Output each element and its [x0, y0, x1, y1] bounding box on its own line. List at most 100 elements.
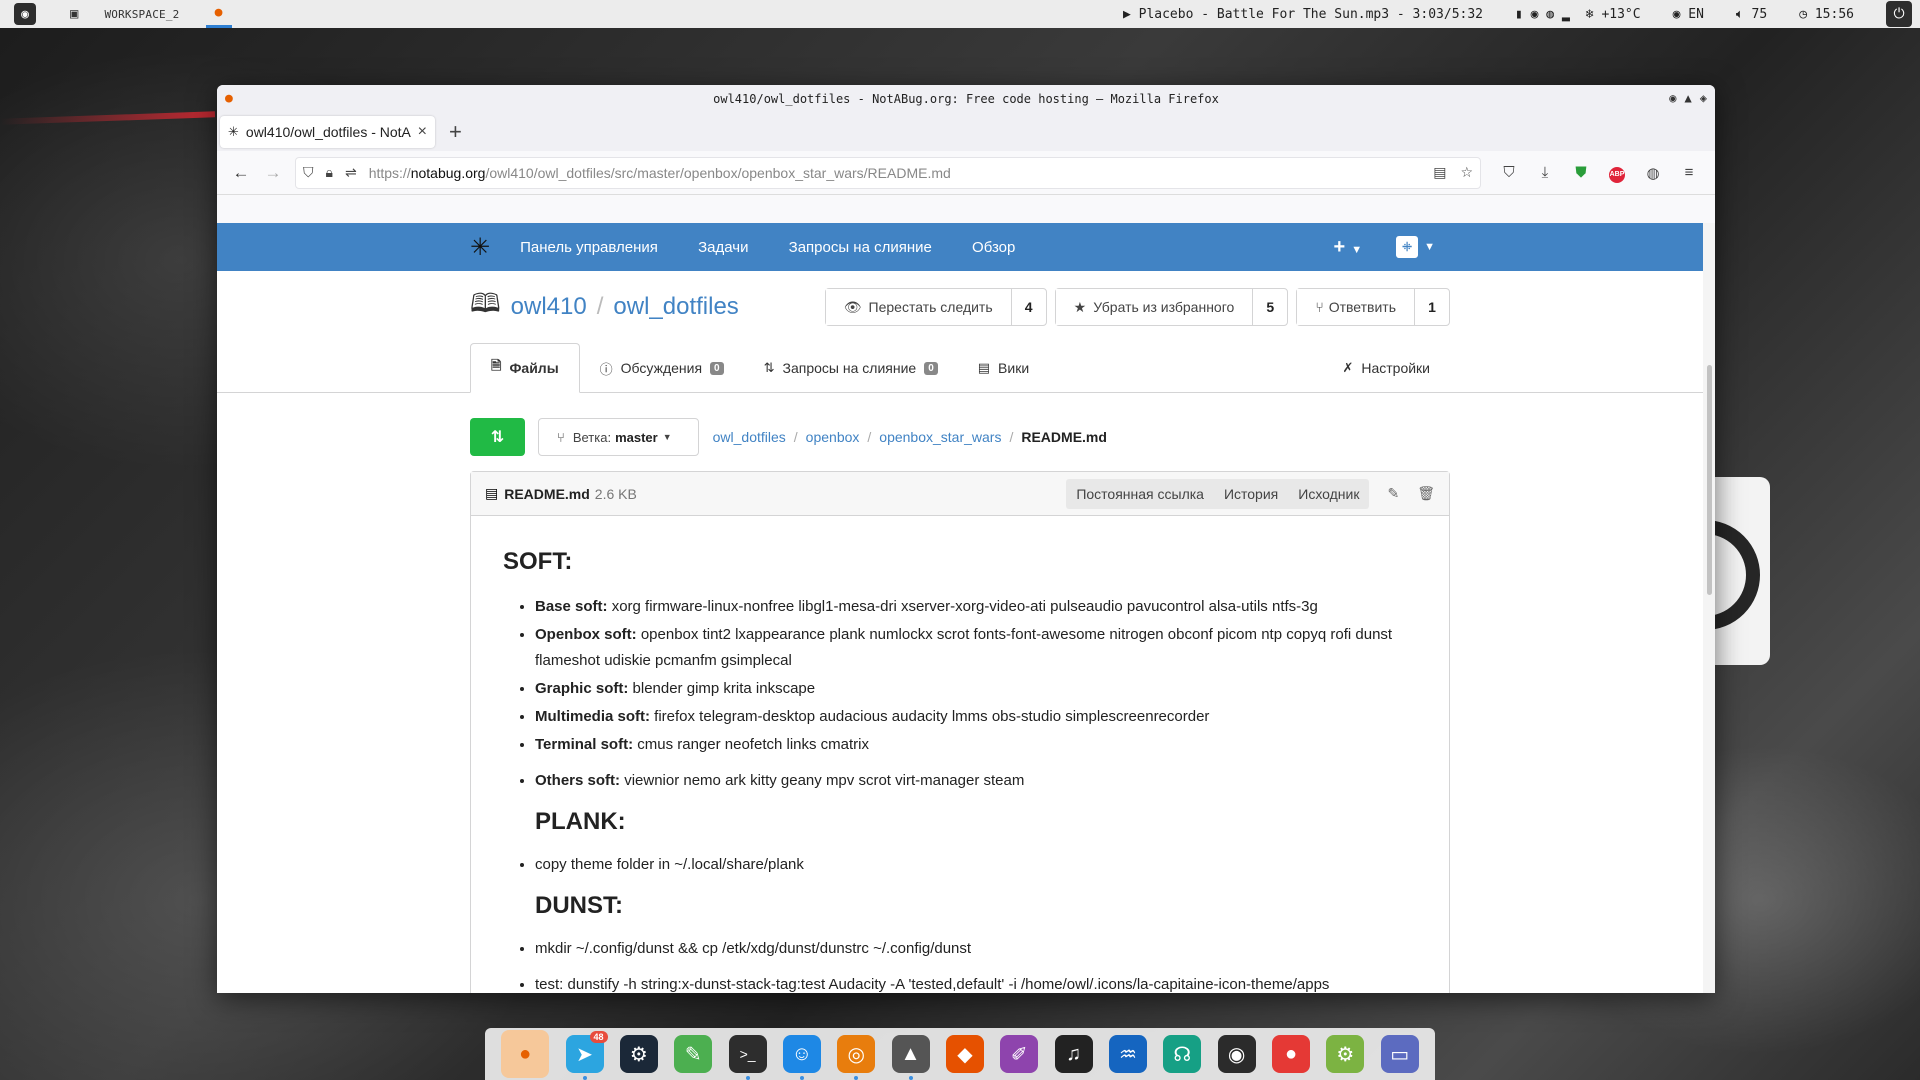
adblock-icon[interactable]: ABP	[1599, 163, 1635, 183]
list-item-label: Base soft:	[535, 598, 608, 615]
unstar-button-group: ★ Убрать из избранного 5	[1054, 288, 1289, 326]
back-icon[interactable]: ←	[225, 157, 257, 189]
trash-icon[interactable]: 🗑︎	[1417, 485, 1435, 502]
tracking-shield-icon[interactable]: ⛉	[303, 164, 314, 181]
history-button[interactable]: История	[1214, 479, 1288, 509]
dock-file-manager[interactable]: ☺	[782, 1035, 821, 1080]
globe-icon[interactable]: ◍	[1635, 164, 1671, 182]
tab-close-icon[interactable]: ×	[418, 123, 427, 141]
music-note-icon: ♫	[1066, 1042, 1082, 1065]
nav-dashboard[interactable]: Панель управления	[520, 239, 658, 256]
hamburger-menu-icon[interactable]: ≡	[1671, 164, 1707, 181]
bookmark-star-icon[interactable]: ☆	[1460, 164, 1473, 181]
running-indicator	[582, 1076, 587, 1080]
menu-launcher-icon[interactable]: ◉	[14, 3, 36, 25]
chevron-down-icon: ▼	[1351, 243, 1363, 256]
tab-wiki-label: Вики	[998, 360, 1030, 376]
repo-owner-link[interactable]: owl410	[511, 293, 587, 320]
browser-tab[interactable]: ✳ owl410/owl_dotfiles - NotA ×	[220, 116, 435, 148]
watchers-count[interactable]: 4	[1012, 289, 1046, 325]
url-prefix: https://	[368, 164, 411, 181]
tab-pulls[interactable]: ⇅ Запросы на слияние 0	[744, 343, 958, 393]
url-bar[interactable]: ⛉ 🔒︎ ⇌ https://notabug.org/owl410/owl_do…	[295, 156, 1481, 189]
reader-view-icon[interactable]: ▤	[1433, 164, 1446, 181]
pocket-icon[interactable]: ⛉	[1491, 164, 1527, 181]
inkscape-icon: ▲	[900, 1042, 921, 1065]
steam-icon: ⚙	[629, 1043, 648, 1066]
dock-inkscape[interactable]: ▲	[891, 1035, 930, 1080]
nav-issues[interactable]: Задачи	[698, 239, 748, 256]
raw-button[interactable]: Исходник	[1288, 479, 1369, 509]
maximize-icon[interactable]: ▲	[1685, 91, 1692, 105]
dock-audacity[interactable]: ♒	[1108, 1035, 1147, 1073]
branch-dropdown[interactable]: ⑂ Ветка: master ▼	[538, 418, 699, 456]
tab-settings[interactable]: ✗ Настройки	[1322, 343, 1450, 393]
branch-icon: ⑂	[557, 429, 565, 445]
dock-record[interactable]: ●	[1271, 1035, 1310, 1073]
create-new-button[interactable]: + ▼	[1334, 236, 1363, 259]
clock-status[interactable]: ◷ 15:56	[1799, 7, 1870, 22]
dock-steam[interactable]: ⚙	[619, 1035, 658, 1073]
permalink-button[interactable]: Постоянная ссылка	[1066, 479, 1214, 509]
dock-settings[interactable]: ⚙	[1326, 1035, 1365, 1073]
tab-wiki[interactable]: ▤ Вики	[958, 343, 1049, 393]
dock-headphones[interactable]: ☊	[1163, 1035, 1202, 1073]
ublock-icon[interactable]: ⛊	[1563, 164, 1599, 181]
url-text[interactable]: https://notabug.org/owl410/owl_dotfiles/…	[369, 165, 1434, 181]
volume-status[interactable]: 🔈︎ 75	[1736, 7, 1783, 22]
unwatch-button[interactable]: 👁︎ Перестать следить	[825, 289, 1012, 325]
breadcrumb-separator: /	[867, 429, 872, 445]
list-item-text: xorg firmware-linux-nonfree libgl1-mesa-…	[611, 598, 1318, 615]
repo-name-link[interactable]: owl_dotfiles	[613, 293, 738, 320]
nav-pulls[interactable]: Запросы на слияние	[789, 239, 932, 256]
file-bar: ⇅ ⑂ Ветка: master ▼ owl_dotfiles / openbo…	[470, 418, 1450, 456]
site-header: ✳ Панель управления Задачи Запросы на сл…	[217, 223, 1703, 271]
close-icon[interactable]: ◈	[1700, 91, 1707, 105]
dock-gimp[interactable]: ◆	[945, 1035, 984, 1073]
tab-files[interactable]: 🗎︎ Файлы	[470, 343, 580, 393]
dock-telegram[interactable]: ➤ 48	[565, 1031, 608, 1080]
permissions-icon[interactable]: ⇌	[345, 164, 357, 181]
user-menu[interactable]: ꔰ ▼	[1396, 236, 1435, 258]
dock-firefox[interactable]: ●	[501, 1030, 550, 1078]
tray-icons[interactable]: ▮ ◉ ◍ ▂	[1515, 7, 1570, 22]
lock-icon[interactable]: 🔒︎	[326, 164, 333, 181]
language-status[interactable]: ◉ EN	[1673, 7, 1720, 22]
power-icon[interactable]: ⏻	[1886, 1, 1912, 27]
unstar-button[interactable]: ★ Убрать из избранного	[1055, 289, 1254, 325]
stars-count[interactable]: 5	[1253, 289, 1287, 325]
minimize-icon[interactable]: ◉	[1669, 91, 1676, 105]
workspace-label[interactable]: WORKSPACE_2	[104, 8, 179, 21]
tools-icon: ✗	[1342, 360, 1354, 375]
dock-virt-manager[interactable]: ▭	[1380, 1035, 1419, 1073]
edit-pencil-icon[interactable]: ✎	[1387, 485, 1399, 502]
volume-value: 75	[1751, 6, 1768, 22]
dock-geany[interactable]: ✎	[674, 1035, 713, 1073]
window-titlebar[interactable]: ● owl410/owl_dotfiles - NotABug.org: Fre…	[217, 85, 1715, 113]
dock-terminal[interactable]: >_	[728, 1035, 767, 1080]
tab-issues[interactable]: ⓘ Обсуждения 0	[580, 343, 744, 393]
dock-music[interactable]: ♫	[1054, 1035, 1093, 1073]
download-icon[interactable]: ⤓	[1527, 164, 1563, 181]
new-tab-icon[interactable]: +	[449, 119, 462, 145]
dock-blender[interactable]: ◎	[837, 1035, 876, 1080]
image-icon[interactable]: ▣	[70, 6, 78, 22]
nav-explore[interactable]: Обзор	[972, 239, 1015, 256]
forks-count[interactable]: 1	[1415, 289, 1449, 325]
forward-icon[interactable]: →	[257, 157, 289, 189]
notabug-logo-icon[interactable]: ✳	[470, 233, 490, 262]
fork-button[interactable]: ⑂ Ответвить	[1297, 289, 1415, 325]
dock-obs[interactable]: ◉	[1217, 1035, 1256, 1073]
dock-krita[interactable]: ✐	[1000, 1035, 1039, 1073]
file-manager-icon: ☺	[791, 1042, 813, 1065]
scrollbar-thumb[interactable]	[1707, 365, 1712, 595]
breadcrumb-repo[interactable]: owl_dotfiles	[713, 429, 786, 445]
music-status[interactable]: ▶ Placebo - Battle For The Sun.mp3 - 3:0…	[1123, 7, 1499, 22]
compare-button[interactable]: ⇅	[470, 418, 525, 456]
page-scrollbar[interactable]	[1703, 223, 1715, 993]
geany-icon: ✎	[684, 1043, 702, 1066]
breadcrumb-star-wars[interactable]: openbox_star_wars	[879, 429, 1001, 445]
breadcrumb-openbox[interactable]: openbox	[806, 429, 860, 445]
firefox-taskbar-icon[interactable]: ●	[205, 0, 232, 28]
tab-pulls-label: Запросы на слияние	[782, 360, 917, 376]
